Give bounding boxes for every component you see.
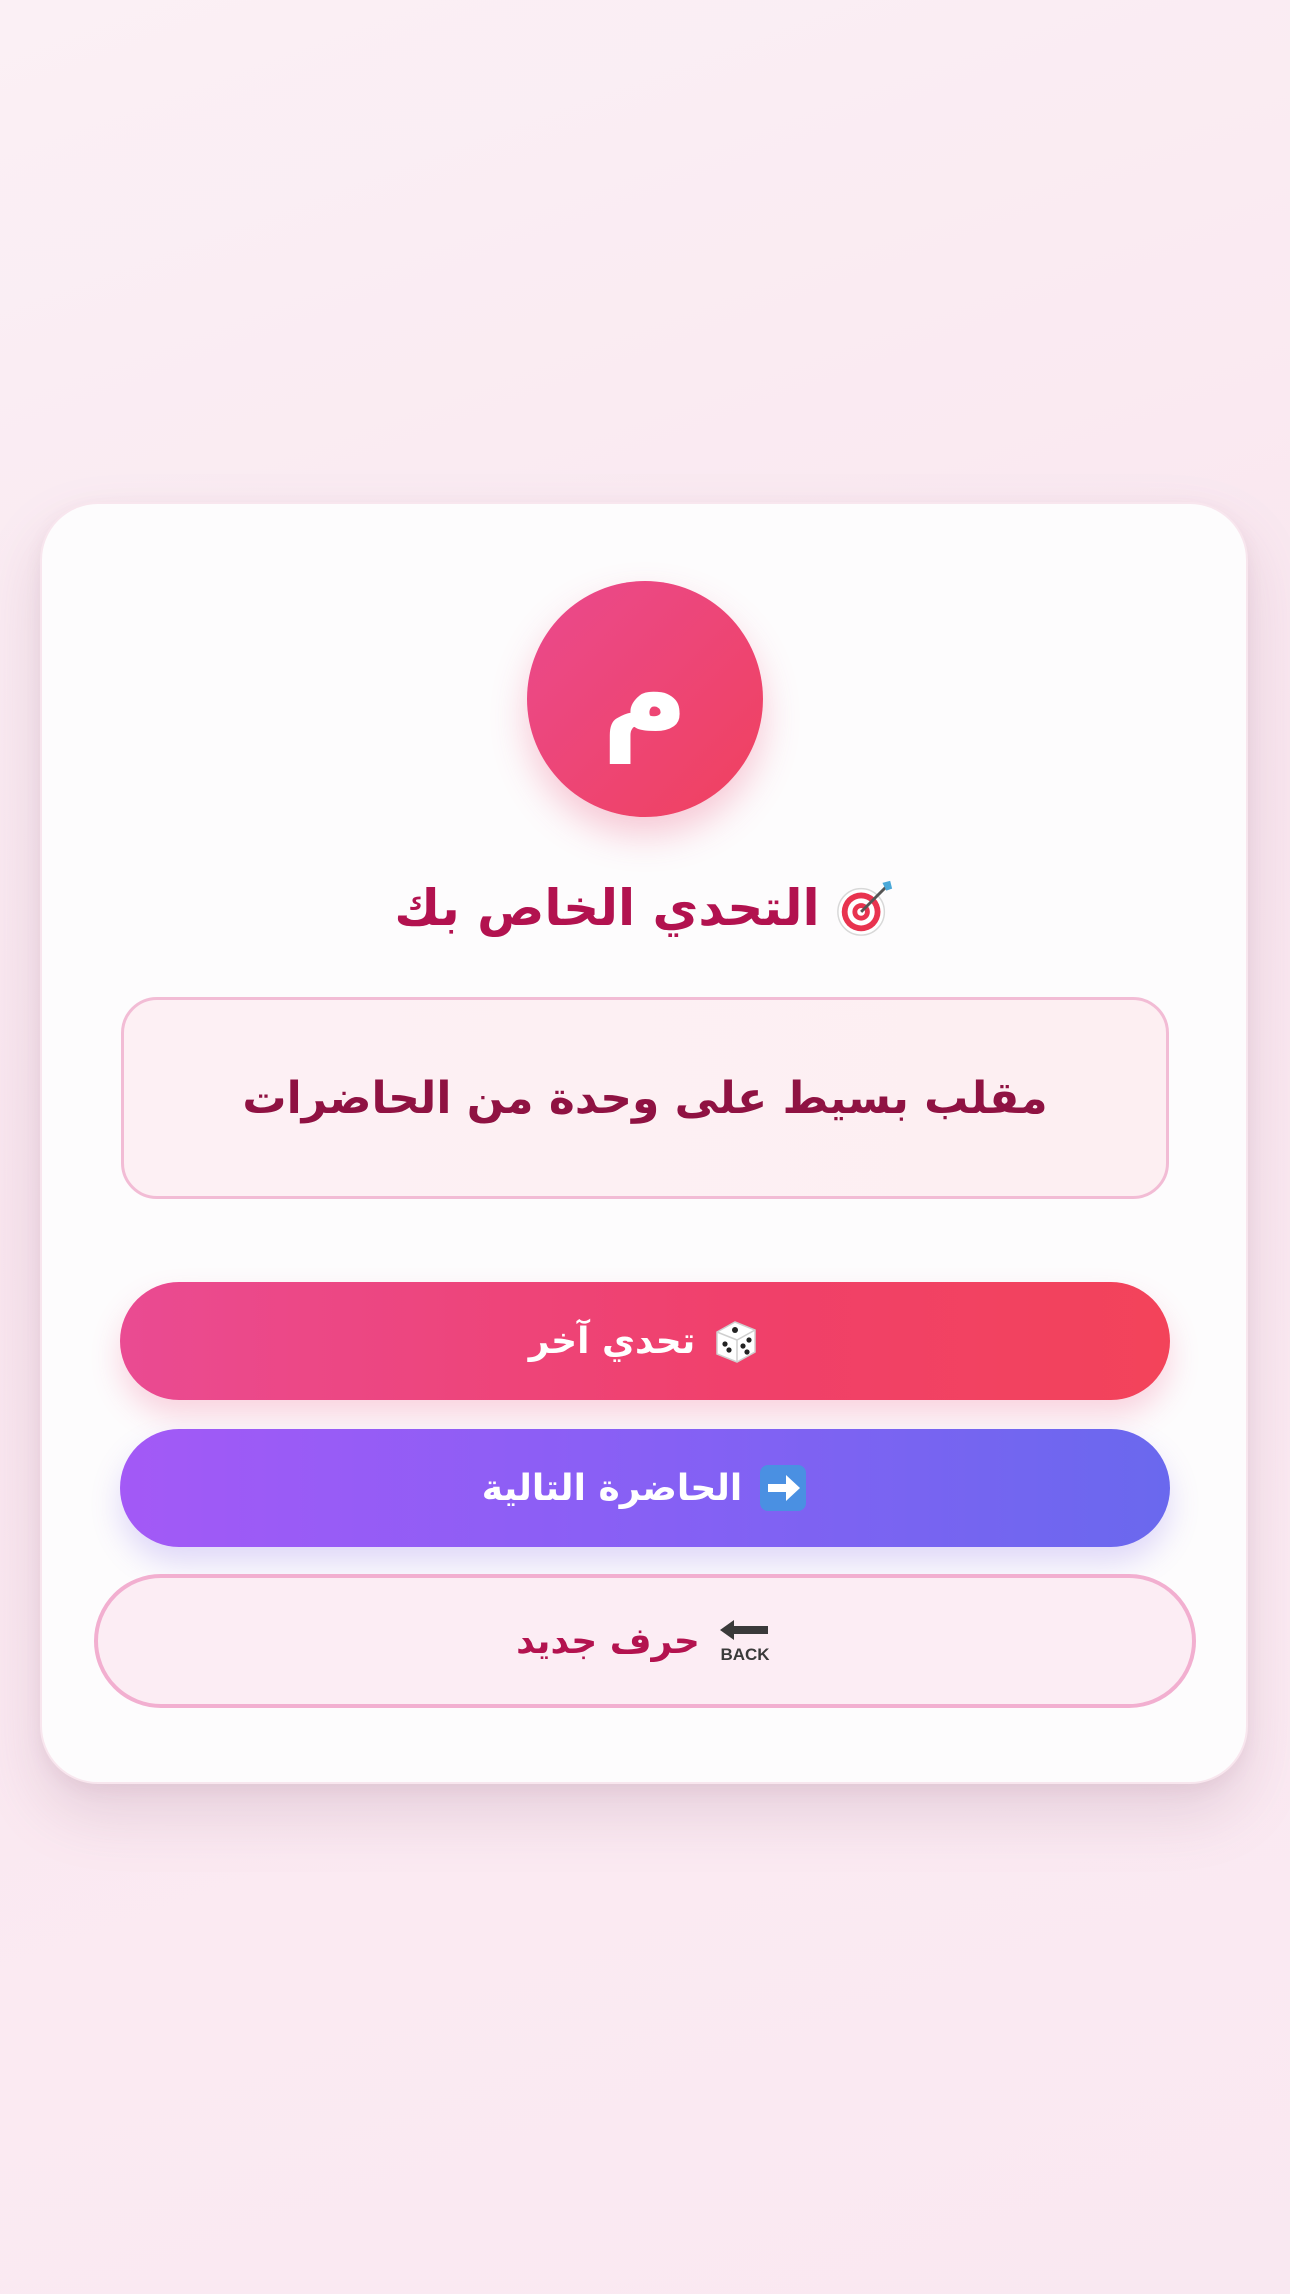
- svg-text:BACK: BACK: [720, 1645, 770, 1664]
- page-title: التحدي الخاص بك: [240, 865, 1050, 951]
- challenge-text: مقلب بسيط على وحدة من الحاضرات: [242, 1072, 1048, 1124]
- next-attendee-button[interactable]: الحاضرة التالية: [120, 1429, 1170, 1547]
- new-letter-button[interactable]: BACK حرف جديد: [94, 1574, 1196, 1708]
- target-icon: [836, 880, 892, 936]
- arrow-right-icon: [758, 1463, 808, 1513]
- dice-icon: [711, 1316, 761, 1366]
- challenge-box: مقلب بسيط على وحدة من الحاضرات: [121, 997, 1169, 1199]
- letter-avatar: م: [527, 581, 763, 817]
- avatar-letter: م: [601, 625, 689, 763]
- title-text: التحدي الخاص بك: [394, 879, 820, 937]
- next-attendee-label: الحاضرة التالية: [481, 1467, 743, 1509]
- new-letter-label: حرف جديد: [516, 1620, 700, 1662]
- another-challenge-label: تحدي آخر: [528, 1320, 696, 1362]
- another-challenge-button[interactable]: تحدي آخر: [120, 1282, 1170, 1400]
- back-arrow-icon: BACK: [716, 1616, 774, 1666]
